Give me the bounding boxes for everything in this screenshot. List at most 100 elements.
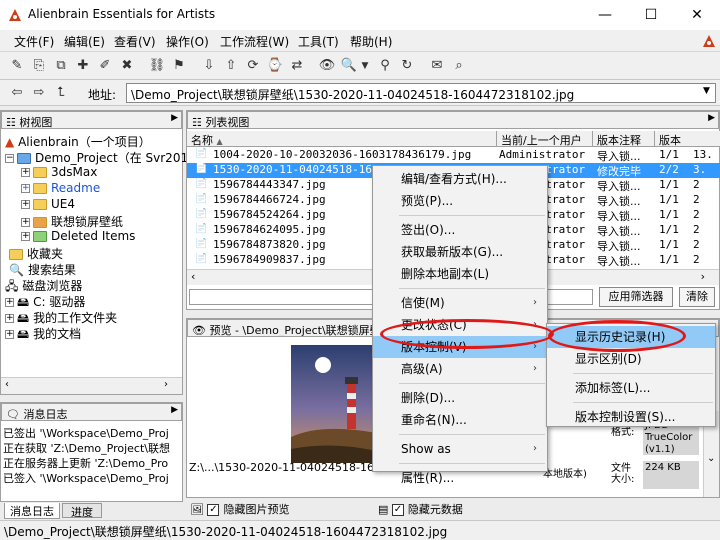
tree-item-disk-browser[interactable]: 🖧 磁盘浏览器 bbox=[5, 277, 82, 293]
duplicate-icon[interactable]: ⧉ bbox=[52, 57, 70, 75]
menu-workflow[interactable]: 工作流程(W) bbox=[220, 33, 289, 50]
menu-item[interactable]: 编辑/查看方式(H)... bbox=[373, 168, 547, 190]
expand-icon[interactable]: + bbox=[21, 232, 30, 241]
expand-icon[interactable]: + bbox=[21, 168, 30, 177]
apply-filter-button[interactable]: 应用筛选器 bbox=[599, 287, 673, 307]
column-header-version[interactable]: 版本 bbox=[655, 131, 720, 147]
collapse-icon[interactable]: − bbox=[5, 154, 14, 163]
menu-item[interactable]: 签出(O)... bbox=[373, 219, 547, 241]
scroll-right-icon[interactable]: › bbox=[164, 379, 168, 390]
menu-item[interactable]: 属性(R)... bbox=[373, 467, 547, 489]
back-arrow-icon[interactable]: ⇦ bbox=[8, 84, 26, 102]
menu-tools[interactable]: 工具(T) bbox=[298, 33, 339, 50]
maximize-button[interactable]: ☐ bbox=[628, 0, 674, 30]
menu-item[interactable]: Show as › bbox=[373, 438, 547, 460]
column-header-name[interactable]: 名称 ▲ bbox=[187, 131, 497, 147]
menu-edit[interactable]: 编辑(E) bbox=[64, 33, 105, 50]
tree-item-lenovo-wallpaper[interactable]: + 联想锁屏壁纸 bbox=[21, 213, 123, 229]
expand-icon[interactable]: + bbox=[5, 330, 14, 339]
column-header-note[interactable]: 版本注释 bbox=[593, 131, 655, 147]
hide-metadata-checkbox[interactable]: ✓ bbox=[391, 504, 404, 516]
menu-item[interactable]: 版本控制设置(S)... bbox=[547, 406, 715, 428]
menu-item[interactable]: 信使(M) › bbox=[373, 292, 547, 314]
expand-icon[interactable]: + bbox=[21, 218, 30, 227]
scroll-left-icon[interactable]: ‹ bbox=[191, 270, 195, 283]
tree-item-c-drive[interactable]: + 🖴 C: 驱动器 bbox=[5, 293, 85, 309]
expand-icon[interactable]: + bbox=[21, 200, 30, 209]
scroll-right-icon[interactable]: › bbox=[701, 270, 705, 283]
tree-item-my-documents[interactable]: + 🖴 我的文档 bbox=[5, 325, 81, 341]
checkin-icon[interactable]: ⇧ bbox=[222, 57, 240, 75]
history-icon[interactable]: ⌚ bbox=[266, 57, 284, 75]
menu-item[interactable]: 高级(A) › bbox=[373, 358, 547, 380]
table-row[interactable]: 📄 1004-2020-10-20032036-1603178436179.jpg… bbox=[187, 148, 720, 163]
copy-icon[interactable]: ⎘ bbox=[30, 57, 48, 75]
tree-label: UE4 bbox=[51, 197, 75, 211]
menu-view[interactable]: 查看(V) bbox=[114, 33, 156, 50]
menu-item[interactable]: 重命名(N)... bbox=[373, 409, 547, 431]
delete-icon[interactable]: ✖ bbox=[118, 57, 136, 75]
close-button[interactable]: ✕ bbox=[674, 0, 720, 30]
menu-item[interactable]: 预览(P)... bbox=[373, 190, 547, 212]
menu-action[interactable]: 操作(O) bbox=[166, 33, 209, 50]
menu-item[interactable]: 获取最新版本(G)... bbox=[373, 241, 547, 263]
tree-item-demo-project[interactable]: − Demo_Project（在 Svr2012 bbox=[5, 149, 196, 165]
find-icon[interactable]: ⌕ bbox=[450, 57, 468, 75]
expand-icon[interactable]: + bbox=[21, 184, 30, 193]
app-logo-icon bbox=[9, 9, 21, 21]
clear-button[interactable]: 清除 bbox=[679, 287, 715, 307]
cell-extra: 2 bbox=[693, 178, 700, 191]
menu-item[interactable]: 添加标签(L)... bbox=[547, 377, 715, 399]
tree-item-alienbrain[interactable]: ▲ Alienbrain（一个项目） bbox=[5, 133, 151, 149]
tree-item-3dsmax[interactable]: +3dsMax bbox=[21, 165, 97, 181]
hide-preview-checkbox[interactable]: ✓ bbox=[207, 504, 220, 516]
expand-icon[interactable]: + bbox=[5, 298, 14, 307]
search-icon[interactable]: 🔍 bbox=[340, 57, 358, 75]
tree-item-search-results[interactable]: 🔍 搜索结果 bbox=[9, 261, 76, 277]
minimize-button[interactable]: — bbox=[582, 0, 628, 30]
menu-item[interactable]: 删除本地副本(L) bbox=[373, 263, 547, 285]
tree-item-favorites[interactable]: 收藏夹 bbox=[9, 245, 63, 261]
tree-item-deleted-items[interactable]: + Deleted Items bbox=[21, 229, 135, 245]
checkout-icon[interactable]: ⇩ bbox=[200, 57, 218, 75]
new-icon[interactable]: ✚ bbox=[74, 57, 92, 75]
menu-help[interactable]: 帮助(H) bbox=[350, 33, 392, 50]
forward-arrow-icon[interactable]: ⇨ bbox=[30, 84, 48, 102]
edit-icon[interactable]: ✐ bbox=[96, 57, 114, 75]
tree-hscrollbar[interactable]: ‹ › bbox=[1, 377, 182, 394]
view-icon[interactable]: 👁 bbox=[318, 57, 336, 75]
tab-progress[interactable]: 进度 bbox=[62, 503, 102, 519]
mail-icon[interactable]: ✉ bbox=[428, 57, 446, 75]
project-icon bbox=[17, 153, 31, 164]
tree-item-readme[interactable]: + Readme bbox=[21, 181, 100, 197]
cell-extra: 13. bbox=[693, 148, 713, 161]
import-icon[interactable]: ✎ bbox=[8, 57, 26, 75]
dropdown-icon[interactable]: ▼ bbox=[360, 57, 370, 75]
compare-icon[interactable]: ⇄ bbox=[288, 57, 306, 75]
tree-item-ue4[interactable]: + UE4 bbox=[21, 197, 75, 213]
address-input[interactable]: \Demo_Project\联想锁屏壁纸\1530-2020-11-040245… bbox=[126, 83, 716, 103]
sort-up-icon: ▲ bbox=[216, 137, 223, 146]
menu-file[interactable]: 文件(F) bbox=[14, 33, 54, 50]
filter-icon[interactable]: ⚲ bbox=[376, 57, 394, 75]
menu-item[interactable]: 删除(D)... bbox=[373, 387, 547, 409]
address-dropdown-icon[interactable]: ▼ bbox=[703, 86, 710, 96]
hide-preview-option[interactable]: 🖼 ✓ 隐藏图片预览 bbox=[190, 501, 289, 517]
scroll-down-icon[interactable]: ⌄ bbox=[707, 453, 715, 464]
up-folder-icon[interactable]: ⮤ bbox=[52, 84, 70, 102]
tab-message-log[interactable]: 消息日志 bbox=[4, 503, 60, 519]
panel-arrow-icon[interactable]: ▶ bbox=[708, 113, 715, 123]
hide-metadata-option[interactable]: ▤ ✓ 隐藏元数据 bbox=[378, 501, 463, 517]
tree-item-work-folder[interactable]: + 🖴 我的工作文件夹 bbox=[5, 309, 117, 325]
get-latest-icon[interactable]: ⟳ bbox=[244, 57, 262, 75]
cell-version: 2/2 bbox=[659, 163, 679, 176]
bookmark-icon[interactable]: ⚑ bbox=[170, 57, 188, 75]
column-header-user[interactable]: 当前/上一个用户 bbox=[497, 131, 593, 147]
scroll-left-icon[interactable]: ‹ bbox=[5, 379, 9, 390]
refresh-icon[interactable]: ↻ bbox=[398, 57, 416, 75]
doc-icon: ▤ bbox=[378, 503, 392, 516]
panel-arrow-icon[interactable]: ▶ bbox=[171, 405, 178, 415]
expand-icon[interactable]: + bbox=[5, 314, 14, 323]
link-icon[interactable]: ⛓ bbox=[148, 57, 166, 75]
panel-arrow-icon[interactable]: ▶ bbox=[171, 113, 178, 123]
